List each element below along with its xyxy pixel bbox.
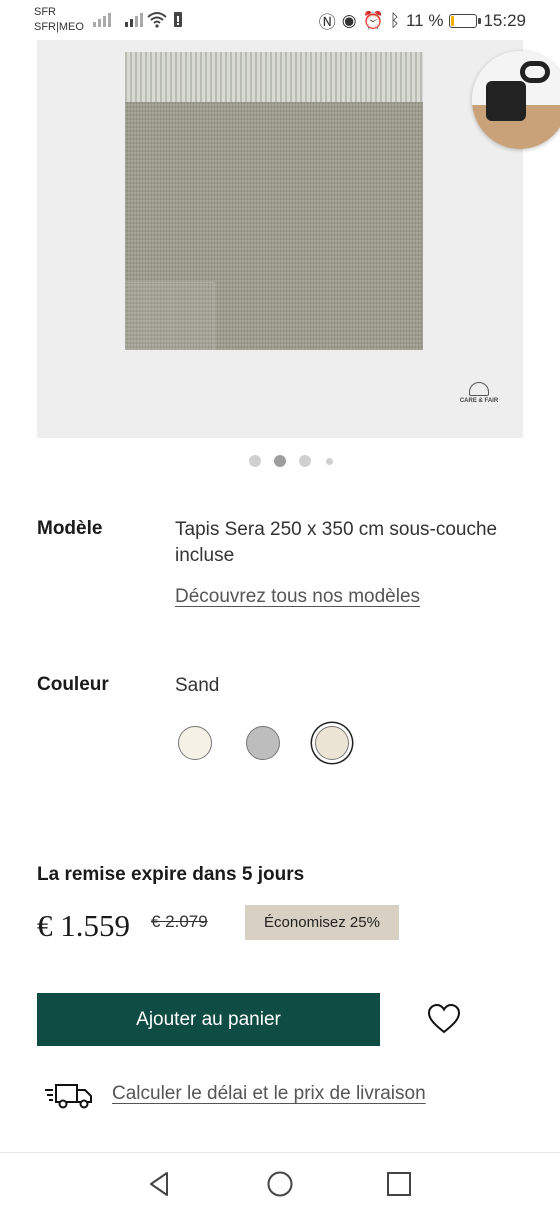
- carrier-2: SFR|MEO: [34, 21, 84, 33]
- nfc-icon: Ⓝ: [318, 13, 336, 32]
- back-icon[interactable]: [145, 1169, 175, 1199]
- add-to-cart-button[interactable]: Ajouter au panier: [37, 993, 380, 1046]
- savings-badge: Économisez 25%: [245, 905, 399, 940]
- swatch-grey[interactable]: [246, 726, 280, 760]
- carrier-1: SFR: [34, 6, 56, 18]
- signal-icon-2: [125, 13, 143, 27]
- bubble-object-handle: [520, 61, 550, 83]
- discount-title: La remise expire dans 5 jours: [37, 864, 305, 885]
- alarm-icon: ⏰: [362, 10, 384, 30]
- truck-icon: [45, 1084, 92, 1109]
- rug-patch: [125, 282, 215, 350]
- swatch-sand[interactable]: [315, 726, 349, 760]
- model-label: Modèle: [37, 518, 103, 539]
- rug-fringe: [125, 52, 423, 104]
- recents-icon[interactable]: [384, 1169, 414, 1199]
- navigation-bar: [0, 1152, 560, 1213]
- color-value: Sand: [175, 675, 220, 696]
- swatch-ivory[interactable]: [178, 726, 212, 760]
- status-bar: SFR SFR|MEO Ⓝ ◉ ⏰ ᛒ 11 % 15:29: [0, 0, 560, 40]
- price: € 1.559: [37, 908, 130, 943]
- battery-fill: [451, 15, 455, 26]
- eye-icon: ◉: [341, 10, 357, 30]
- model-value: Tapis Sera 250 x 350 cm sous-couche incl…: [175, 519, 498, 566]
- carousel-dots: [0, 455, 560, 467]
- product-image[interactable]: CARE & FAIR: [37, 40, 523, 438]
- battery-icon: [449, 13, 482, 28]
- video-bubble[interactable]: [472, 51, 560, 149]
- home-icon[interactable]: [265, 1169, 295, 1199]
- rug-image: [125, 102, 423, 350]
- carousel-dot[interactable]: [326, 458, 333, 465]
- old-price: € 2.079: [151, 912, 208, 931]
- bubble-object: [486, 81, 526, 121]
- battery-percent: 11 %: [405, 10, 444, 30]
- wifi-icon: [147, 12, 167, 28]
- shipping-calculator-link[interactable]: Calculer le délai et le prix de livraiso…: [112, 1083, 426, 1105]
- bluetooth-icon: ᛒ: [389, 10, 400, 30]
- carousel-dot[interactable]: [299, 455, 311, 467]
- carrier-label: SFR SFR|MEO: [34, 5, 84, 35]
- brand-logo-mark: [469, 382, 489, 396]
- status-right: Ⓝ ◉ ⏰ ᛒ 11 % 15:29: [319, 8, 526, 33]
- battery-alert-icon: [174, 12, 182, 27]
- all-models-link[interactable]: Découvrez tous nos modèles: [175, 586, 420, 608]
- color-label: Couleur: [37, 674, 109, 695]
- carousel-dot[interactable]: [249, 455, 261, 467]
- wishlist-heart-icon[interactable]: [427, 1003, 461, 1035]
- clock: 15:29: [483, 10, 526, 30]
- carousel-dot[interactable]: [274, 455, 286, 467]
- brand-logo: CARE & FAIR: [457, 382, 501, 414]
- brand-logo-text: CARE & FAIR: [459, 398, 499, 404]
- signal-icon: [93, 13, 111, 27]
